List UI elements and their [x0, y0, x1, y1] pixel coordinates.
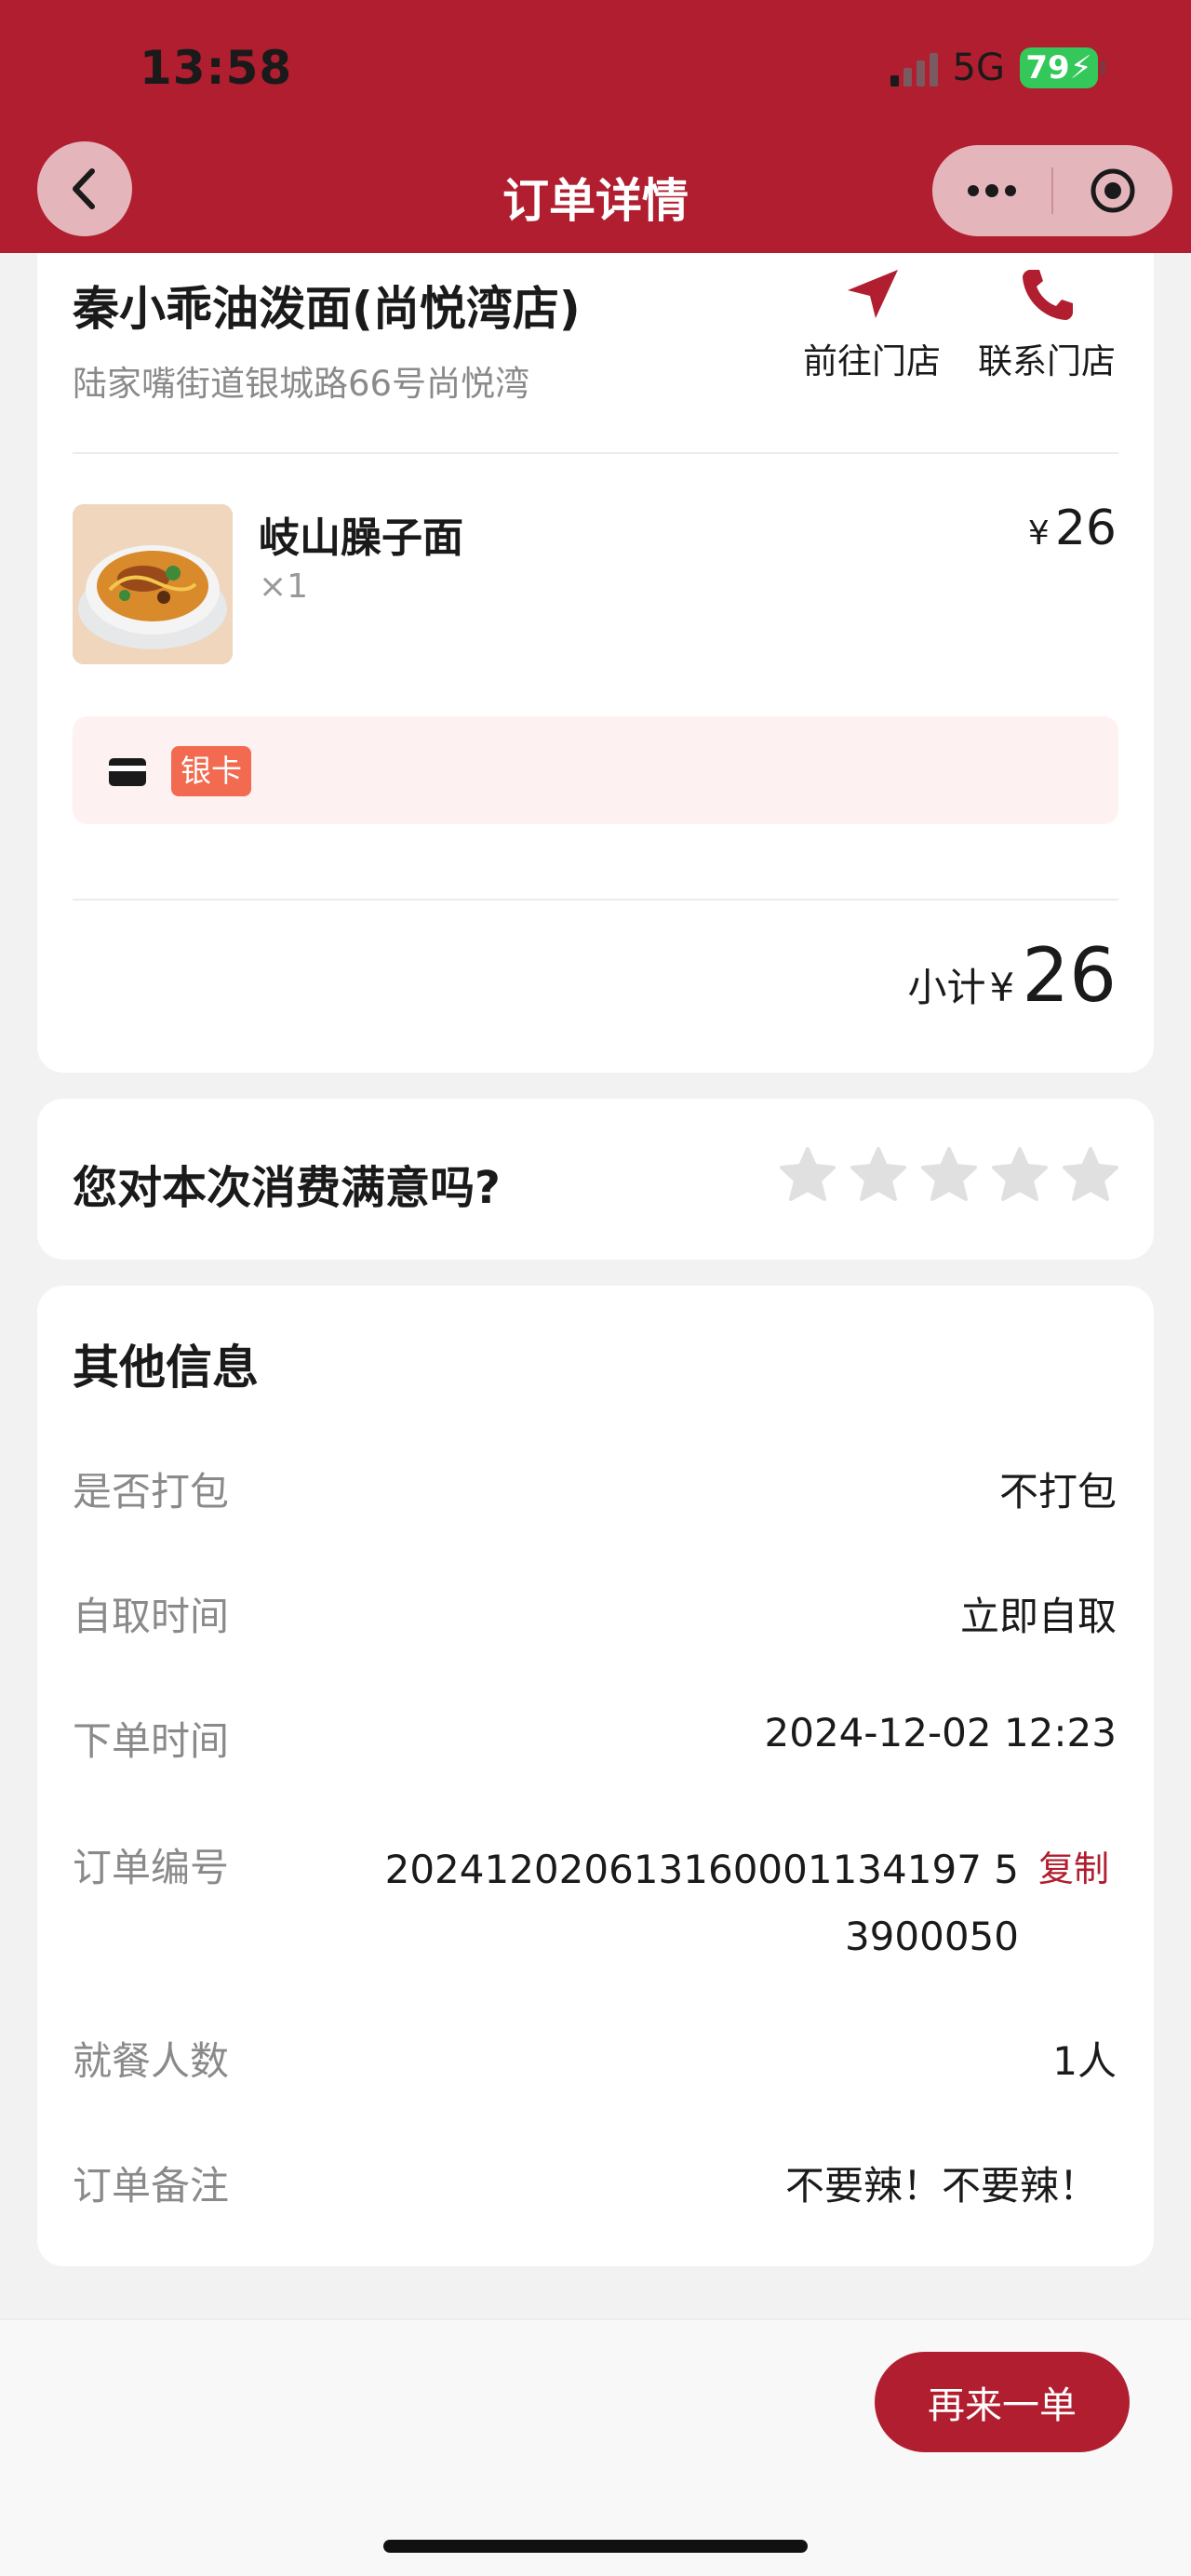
call-store-button[interactable]: 联系门店: [968, 266, 1126, 383]
packaging-label: 是否打包: [73, 1469, 230, 1515]
section-title: 其他信息: [73, 1341, 259, 1395]
currency-symbol: ¥: [1027, 514, 1050, 553]
navigate-store-button[interactable]: 前往门店: [793, 266, 951, 383]
battery-icon: 79 ⚡: [1020, 47, 1105, 88]
reorder-button[interactable]: 再来一单: [875, 2352, 1130, 2452]
bottom-bar: 再来一单: [0, 2318, 1191, 2576]
home-indicator: [383, 2540, 808, 2553]
divider: [73, 452, 1118, 454]
rating-card: 您对本次消费满意吗?: [37, 1099, 1154, 1260]
signal-icon: [890, 49, 938, 87]
payment-method-box: 银卡: [73, 716, 1118, 824]
network-label: 5G: [952, 47, 1005, 89]
star-icon[interactable]: [919, 1145, 979, 1205]
subtotal: 小计 ¥ 26: [907, 932, 1117, 1019]
order-time-label: 下单时间: [73, 1718, 230, 1764]
diners-value: 1人: [1052, 2038, 1117, 2084]
copy-order-number-button[interactable]: 复制: [1038, 1840, 1109, 1891]
more-button[interactable]: [932, 145, 1051, 236]
pickup-time-label: 自取时间: [73, 1594, 230, 1639]
divider: [73, 899, 1118, 901]
currency-symbol: ¥: [989, 965, 1015, 1010]
more-dots-icon: [968, 184, 1016, 197]
order-number-label: 订单编号: [73, 1845, 230, 1890]
item-image: [73, 504, 233, 664]
status-time: 13:58: [140, 41, 293, 95]
order-number-value: 202412020613160001134197 5 3900050: [368, 1836, 1019, 1970]
store-name: 秦小乖油泼面(尚悦湾店): [73, 282, 581, 336]
item-quantity: ×1: [259, 567, 309, 606]
subtotal-label: 小计: [907, 965, 986, 1010]
close-program-button[interactable]: [1053, 145, 1172, 236]
order-note-label: 订单备注: [73, 2163, 230, 2209]
subtotal-value: 26: [1022, 932, 1117, 1019]
order-number-line1: 202412020613160001134197 5: [384, 1847, 1019, 1892]
battery-level: 79: [1025, 49, 1070, 87]
star-icon[interactable]: [778, 1145, 837, 1205]
navigate-store-label: 前往门店: [803, 341, 941, 381]
item-name: 岐山臊子面: [259, 514, 463, 562]
star-rating: [778, 1145, 1120, 1205]
call-store-label: 联系门店: [978, 341, 1116, 381]
mini-program-capsule: [932, 145, 1172, 236]
star-icon[interactable]: [849, 1145, 908, 1205]
store-address: 陆家嘴街道银城路66号尚悦湾: [73, 364, 530, 404]
order-card: 秦小乖油泼面(尚悦湾店) 陆家嘴街道银城路66号尚悦湾 前往门店 联系门店 岐山…: [37, 214, 1154, 1073]
header: 13:58 5G 79 ⚡ 订单详情: [0, 0, 1191, 253]
item-price: ¥26: [1028, 501, 1117, 556]
item-price-value: 26: [1054, 501, 1117, 556]
status-indicators: 5G 79 ⚡: [890, 47, 1105, 89]
member-card-tag: 银卡: [171, 746, 251, 796]
navigation-arrow-icon: [848, 270, 898, 318]
order-note-value: 不要辣！不要辣！: [784, 2163, 1098, 2209]
order-time-value: 2024-12-02 12:23: [764, 1710, 1117, 1755]
order-number-line2: 3900050: [844, 1914, 1019, 1959]
star-icon[interactable]: [990, 1145, 1050, 1205]
other-info-card: 其他信息 是否打包 不打包 自取时间 立即自取 下单时间 2024-12-02 …: [37, 1286, 1154, 2266]
card-icon: [109, 758, 146, 786]
diners-label: 就餐人数: [73, 2038, 230, 2084]
target-icon: [1091, 168, 1135, 213]
packaging-value: 不打包: [998, 1469, 1117, 1515]
rating-question: 您对本次消费满意吗?: [73, 1162, 501, 1214]
pickup-time-value: 立即自取: [959, 1594, 1117, 1639]
phone-icon: [1023, 270, 1073, 320]
star-icon[interactable]: [1061, 1145, 1120, 1205]
